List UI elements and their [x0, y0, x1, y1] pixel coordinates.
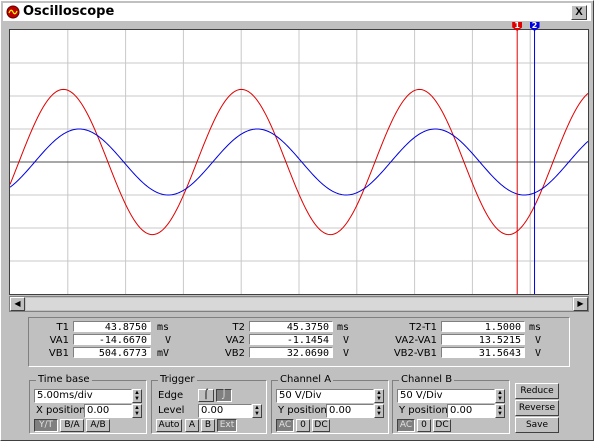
trigger-a-button[interactable]: A [185, 419, 199, 432]
timebase-select[interactable]: 5.00ms/div [34, 389, 132, 403]
vb2-value: 32.0690 [249, 347, 333, 359]
va2-value: -1.1454 [249, 334, 333, 346]
channel-a-legend: Channel A [278, 374, 334, 385]
timebase-spinner[interactable]: ▲ ▼ [132, 389, 142, 403]
scope-display [10, 30, 588, 294]
level-label: Level [158, 405, 185, 416]
channel-b-scale-spinner[interactable]: ▲ ▼ [495, 389, 505, 403]
t1-label: T1 [56, 322, 69, 333]
scroll-track[interactable] [26, 298, 572, 310]
rising-edge-icon[interactable]: ⌠ [198, 389, 214, 402]
vb1-value: 504.6773 [73, 347, 151, 359]
vb1-label: VB1 [48, 348, 69, 359]
xpos-label: X position [36, 405, 86, 416]
close-button[interactable]: X [571, 5, 587, 20]
vb1-unit: mV [157, 348, 170, 359]
dva-value: 13.5215 [441, 334, 525, 346]
channel-b-ypos-spinner[interactable]: ▲ ▼ [495, 404, 505, 418]
dt-unit: ms [529, 322, 542, 333]
channel-a-scale-select[interactable]: 50 V/Div [276, 389, 374, 403]
channel-a-ypos-field[interactable]: 0.00 [326, 404, 374, 418]
trigger-legend: Trigger [158, 374, 197, 385]
xpos-spinner[interactable]: ▲ ▼ [132, 404, 142, 418]
measurement-panel: T1 43.8750 ms VA1 -14.6670 V VB1 504.6773 mV T… [28, 317, 570, 367]
scroll-right-arrow-icon[interactable]: ▶ [573, 297, 588, 311]
channel-b-ypos-label: Y position [399, 405, 448, 416]
mode-ba-button[interactable]: B/A [60, 419, 84, 432]
scope-screen [9, 29, 589, 295]
channel-b-dc-button[interactable]: DC [433, 419, 451, 432]
channel-a-zero-button[interactable]: 0 [296, 419, 310, 432]
channel-a-dc-button[interactable]: DC [312, 419, 330, 432]
dva-label: VA2-VA1 [395, 335, 437, 346]
channel-a-scale-spinner[interactable]: ▲ ▼ [374, 389, 384, 403]
level-field[interactable]: 0.00 [198, 404, 252, 418]
trigger-b-button[interactable]: B [201, 419, 215, 432]
channel-b-legend: Channel B [399, 374, 455, 385]
edge-label: Edge [158, 390, 184, 401]
va1-label: VA1 [49, 335, 69, 346]
trigger-group: Trigger Edge ⌠ ⌡ Level 0.00 ▲ ▼ Auto A B … [151, 374, 267, 434]
reverse-button[interactable]: Reverse [515, 400, 559, 416]
timebase-legend: Time base [36, 374, 92, 385]
xpos-field[interactable]: 0.00 [84, 404, 132, 418]
horizontal-scrollbar[interactable]: ◀ ▶ [9, 296, 589, 312]
dt-label: T2-T1 [409, 322, 437, 333]
t2-label: T2 [232, 322, 245, 333]
channel-b-ypos-field[interactable]: 0.00 [447, 404, 495, 418]
vb2-unit: V [343, 348, 350, 359]
mode-yt-button[interactable]: Y/T [34, 419, 58, 432]
channel-b-group: Channel B 50 V/Div ▲ ▼ Y position 0.00 ▲ ▼… [392, 374, 510, 434]
channel-b-scale-select[interactable]: 50 V/Div [397, 389, 495, 403]
save-button[interactable]: Save [515, 417, 559, 433]
channel-a-ypos-spinner[interactable]: ▲ ▼ [374, 404, 384, 418]
va1-unit: V [165, 335, 172, 346]
dva-unit: V [535, 335, 542, 346]
level-spinner[interactable]: ▲ ▼ [252, 404, 262, 418]
va2-label: VA2 [225, 335, 245, 346]
t1-value: 43.8750 [73, 321, 151, 333]
oscilloscope-app-icon [6, 5, 20, 19]
va2-unit: V [343, 335, 350, 346]
scroll-left-arrow-icon[interactable]: ◀ [10, 297, 25, 311]
channel-a-ac-button[interactable]: AC [276, 419, 294, 432]
trigger-ext-button[interactable]: Ext [217, 419, 237, 432]
dvb-unit: V [535, 348, 542, 359]
mode-ab-button[interactable]: A/B [86, 419, 110, 432]
title-bar[interactable]: Oscilloscope X [3, 3, 591, 21]
oscilloscope-window: Oscilloscope X ◀ ▶ T1 43.8750 ms VA1 -14.66… [0, 0, 594, 441]
dvb-value: 31.5643 [441, 347, 525, 359]
dvb-label: VB2-VB1 [393, 348, 437, 359]
t1-unit: ms [157, 322, 170, 333]
reduce-button[interactable]: Reduce [515, 383, 559, 399]
va1-value: -14.6670 [73, 334, 151, 346]
dt-value: 1.5000 [441, 321, 525, 333]
vb2-label: VB2 [224, 348, 245, 359]
channel-a-group: Channel A 50 V/Div ▲ ▼ Y position 0.00 ▲ ▼… [271, 374, 389, 434]
window-title: Oscilloscope [23, 4, 115, 19]
t2-unit: ms [337, 322, 350, 333]
channel-b-zero-button[interactable]: 0 [417, 419, 431, 432]
falling-edge-icon[interactable]: ⌡ [216, 389, 232, 402]
channel-b-ac-button[interactable]: AC [397, 419, 415, 432]
channel-a-ypos-label: Y position [278, 405, 327, 416]
trigger-auto-button[interactable]: Auto [156, 419, 182, 432]
timebase-group: Time base 5.00ms/div ▲ ▼ X position 0.00 … [29, 374, 147, 434]
t2-value: 45.3750 [249, 321, 333, 333]
